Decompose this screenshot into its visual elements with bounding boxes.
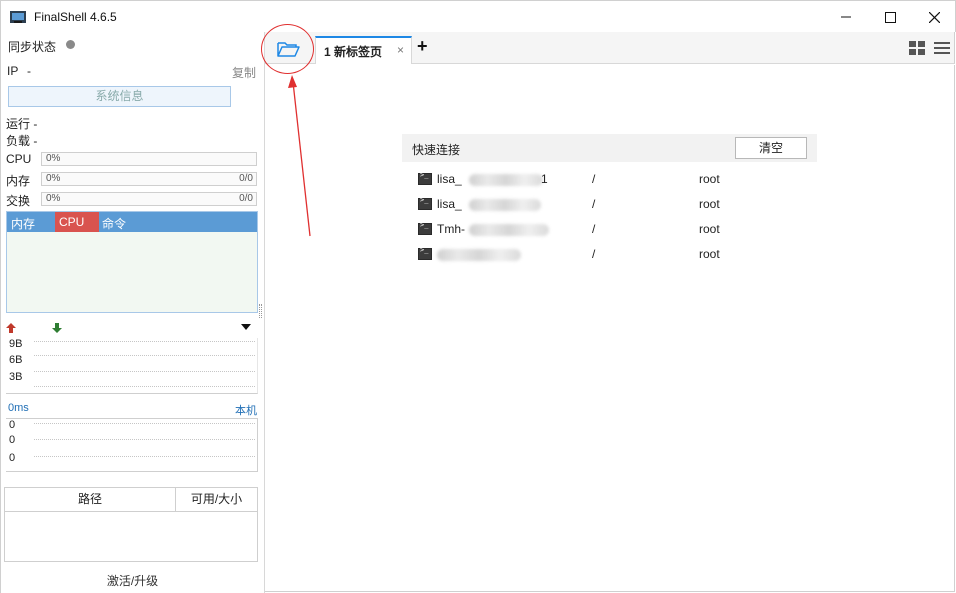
ping-tick: 0 <box>9 419 16 431</box>
ip-label: IP <box>7 64 19 78</box>
title-bar: FinalShell 4.6.5 <box>0 0 956 32</box>
quick-connect-row[interactable]: lisa_ 1 / root <box>417 171 737 191</box>
connection-user: root <box>699 197 720 211</box>
quick-connect-row[interactable]: / root <box>417 246 737 266</box>
disk-table[interactable]: 路径 可用/大小 <box>4 487 258 562</box>
download-arrow-icon <box>52 323 62 333</box>
connection-user: root <box>699 222 720 236</box>
maximize-button[interactable] <box>867 1 913 33</box>
ping-tick: 0 <box>9 452 16 464</box>
annotation-circle <box>261 24 314 74</box>
network-tick: 9B <box>9 338 23 350</box>
terminal-icon <box>418 196 432 210</box>
disk-col-size[interactable]: 可用/大小 <box>176 488 257 511</box>
process-table[interactable]: 内存 CPU 命令 <box>6 211 258 313</box>
minimize-icon <box>841 16 851 18</box>
ping-latency: 0ms <box>8 402 29 414</box>
clear-button[interactable]: 清空 <box>735 137 807 159</box>
tab-bar: 1 新标签页 × + <box>265 32 955 64</box>
terminal-icon <box>418 246 432 260</box>
redacted-blur <box>469 174 543 186</box>
minimize-button[interactable] <box>823 1 869 33</box>
close-button[interactable] <box>911 1 956 33</box>
disk-col-path[interactable]: 路径 <box>5 488 176 511</box>
redacted-blur <box>469 199 541 211</box>
connection-name: lisa_ <box>437 172 462 186</box>
ping-tick: 0 <box>9 434 16 446</box>
uptime-label: 运行 - <box>6 117 38 131</box>
sync-status-dot <box>66 40 75 49</box>
add-tab-button[interactable]: + <box>417 36 428 57</box>
system-info-button[interactable]: 系统信息 <box>8 86 231 107</box>
main-content: 快速连接 清空 lisa_ 1 / root lisa_ / root Tmh-… <box>265 65 955 592</box>
swap-usage-amount: 0/0 <box>239 193 253 204</box>
connection-name: lisa_ <box>437 197 462 211</box>
sync-status-label: 同步状态 <box>8 40 57 54</box>
redacted-blur <box>437 249 521 261</box>
connection-user: root <box>699 247 720 261</box>
network-tick: 3B <box>9 371 23 383</box>
process-col-command[interactable]: 命令 <box>102 215 126 232</box>
copy-ip-link[interactable]: 复制 <box>232 64 256 81</box>
memory-usage-value: 0% <box>46 173 61 184</box>
finalshell-logo-icon <box>10 11 26 23</box>
cpu-usage-bar: 0% <box>41 152 257 166</box>
left-sidebar: 同步状态 IP - 复制 系统信息 运行 - 负载 - CPU 0% 内存 0%… <box>0 32 265 593</box>
window-title: FinalShell 4.6.5 <box>34 10 117 24</box>
memory-usage-bar: 0% 0/0 <box>41 172 257 186</box>
network-tick: 6B <box>9 354 23 366</box>
menu-icon[interactable] <box>934 41 950 55</box>
tab-new-page[interactable]: 1 新标签页 × <box>315 36 412 64</box>
quick-connect-header: 快速连接 清空 <box>402 134 817 162</box>
ping-graph: 0 0 0 <box>6 418 258 472</box>
maximize-icon <box>884 11 896 23</box>
terminal-icon <box>418 171 432 185</box>
connection-path: / <box>592 197 596 211</box>
memory-usage-amount: 0/0 <box>239 173 253 184</box>
tab-label: 1 新标签页 <box>324 45 383 59</box>
quick-connect-title: 快速连接 <box>412 143 461 157</box>
tab-close-icon[interactable]: × <box>397 43 404 57</box>
process-col-memory[interactable]: 内存 <box>11 215 35 232</box>
quick-connect-row[interactable]: Tmh- / root <box>417 221 737 241</box>
connection-user: root <box>699 172 720 186</box>
redacted-blur <box>469 224 549 236</box>
disk-table-header: 路径 可用/大小 <box>5 488 257 512</box>
swap-usage-value: 0% <box>46 193 61 204</box>
panel-splitter-handle[interactable] <box>259 304 262 318</box>
layout-grid-icon[interactable] <box>909 41 925 55</box>
swap-usage-bar: 0% 0/0 <box>41 192 257 206</box>
connection-path: / <box>592 172 596 186</box>
process-col-cpu[interactable]: CPU <box>59 215 84 229</box>
connection-path: / <box>592 222 596 236</box>
activate-upgrade-link[interactable]: 激活/升级 <box>1 572 264 589</box>
terminal-icon <box>418 221 432 235</box>
connection-path: / <box>592 247 596 261</box>
connection-name: Tmh- <box>437 222 465 236</box>
upload-arrow-icon <box>6 323 16 333</box>
ip-value: - <box>27 64 31 78</box>
swap-label: 交换 <box>6 194 31 208</box>
close-icon <box>928 11 940 23</box>
cpu-usage-value: 0% <box>46 153 61 164</box>
network-speed-graph: 9B 6B 3B <box>6 338 258 394</box>
load-label: 负载 - <box>6 134 38 148</box>
quick-connect-row[interactable]: lisa_ / root <box>417 196 737 216</box>
ping-host-selector[interactable]: 本机 <box>235 402 257 418</box>
cpu-label: CPU <box>6 152 32 166</box>
chevron-down-icon[interactable] <box>240 322 252 332</box>
memory-label: 内存 <box>6 174 31 188</box>
process-table-header: 内存 CPU 命令 <box>7 212 257 232</box>
connection-name-suffix: 1 <box>541 172 548 186</box>
